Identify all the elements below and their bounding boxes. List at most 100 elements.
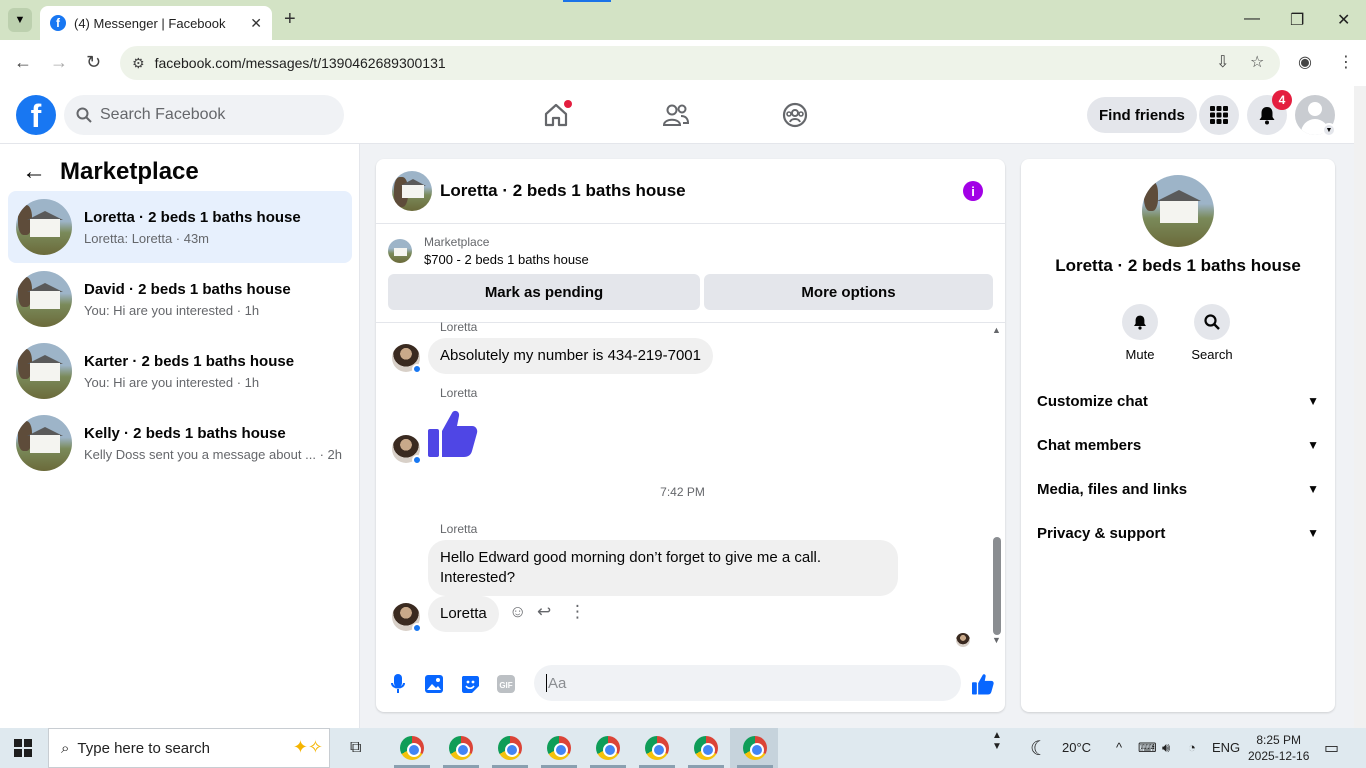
url-field[interactable]: ⚙ facebook.com/messages/t/13904626893001… — [120, 46, 1280, 80]
chrome-app-icon[interactable] — [400, 736, 424, 760]
chrome-app-icon[interactable] — [547, 736, 571, 760]
scroll-thumb[interactable] — [993, 537, 1001, 635]
listing-banner[interactable]: Marketplace $700 - 2 beds 1 baths house — [388, 235, 589, 267]
groups-nav-icon[interactable] — [780, 100, 810, 130]
chevron-down-icon[interactable]: ▼ — [1322, 123, 1336, 137]
conversation-item[interactable]: Kelly · 2 beds 1 baths house Kelly Doss … — [8, 407, 352, 479]
taskbar-clock[interactable]: 8:25 PM 2025-12-16 — [1248, 732, 1309, 764]
new-tab-button[interactable]: + — [284, 8, 296, 31]
sticker-icon[interactable] — [459, 673, 481, 695]
listing-photo[interactable] — [1142, 175, 1214, 247]
find-friends-button[interactable]: Find friends — [1087, 97, 1197, 133]
conversation-name: Kelly · 2 beds 1 baths house — [84, 424, 286, 442]
weather-moon-icon[interactable]: ☾ — [1030, 736, 1048, 761]
task-view-icon[interactable]: ⧉ — [350, 739, 361, 757]
close-window-icon[interactable]: ✕ — [1337, 10, 1350, 30]
chrome-app-icon[interactable] — [743, 736, 767, 760]
chrome-app-icon[interactable] — [596, 736, 620, 760]
send-like-icon[interactable] — [972, 673, 994, 695]
chrome-app-icon[interactable] — [645, 736, 669, 760]
chat-thumbnail[interactable] — [392, 171, 432, 211]
volume-icon[interactable]: 🔊︎ — [1162, 740, 1170, 756]
conversation-item[interactable]: David · 2 beds 1 baths house You: Hi are… — [8, 263, 352, 335]
marketplace-sidebar: ← Marketplace Loretta · 2 beds 1 baths h… — [0, 144, 360, 728]
minimize-icon[interactable]: — — [1244, 10, 1260, 28]
listing-thumbnail — [16, 343, 72, 399]
forward-icon[interactable]: → — [50, 52, 68, 73]
page-scrollbar[interactable] — [1354, 86, 1366, 728]
network-icon[interactable]: ◔ — [1188, 740, 1196, 755]
react-icon[interactable]: ☺ — [509, 602, 526, 622]
microphone-icon[interactable] — [387, 673, 409, 695]
chevron-down-icon: ▼ — [1307, 438, 1319, 452]
facebook-search-input[interactable]: Search Facebook — [64, 95, 344, 135]
language-indicator[interactable]: ENG — [1212, 740, 1240, 755]
listing-thumbnail — [16, 199, 72, 255]
chevron-down-icon: ▼ — [1307, 394, 1319, 408]
bookmark-star-icon[interactable]: ☆ — [1250, 52, 1264, 72]
chrome-app-icon[interactable] — [498, 736, 522, 760]
sidebar-header: ← Marketplace — [22, 158, 199, 186]
gif-icon[interactable]: GIF — [495, 673, 517, 695]
tab-search-button[interactable]: ▼ — [8, 8, 32, 32]
reply-icon[interactable]: ↩ — [537, 602, 551, 622]
message-sender: Loretta — [440, 386, 478, 400]
conversation-item[interactable]: Loretta · 2 beds 1 baths house Loretta: … — [8, 191, 352, 263]
thumbs-up-icon[interactable] — [428, 409, 478, 457]
accordion-privacy-support[interactable]: Privacy & support ▼ — [1037, 515, 1319, 551]
chat-scrollbar[interactable]: ▲ ▼ — [989, 323, 1005, 649]
more-options-button[interactable]: More options — [704, 274, 993, 310]
copilot-sparkle-icon[interactable]: ✦✧ — [293, 737, 323, 758]
chrome-app-icon[interactable] — [449, 736, 473, 760]
restore-icon[interactable]: ❐ — [1290, 10, 1304, 30]
message-bubble[interactable]: Hello Edward good morning don’t forget t… — [428, 540, 898, 596]
site-info-icon[interactable]: ⚙ — [132, 55, 145, 72]
search-chat-button[interactable]: Search — [1182, 304, 1242, 362]
bell-icon — [1134, 315, 1146, 330]
friends-nav-icon[interactable] — [661, 100, 691, 130]
temperature[interactable]: 20°C — [1062, 740, 1091, 755]
back-arrow-icon[interactable]: ← — [22, 158, 46, 186]
accordion-customize-chat[interactable]: Customize chat ▼ — [1037, 383, 1319, 419]
conversation-item[interactable]: Karter · 2 beds 1 baths house You: Hi ar… — [8, 335, 352, 407]
scroll-down-icon[interactable]: ▼ — [992, 635, 1001, 645]
tray-chevron-up-icon[interactable]: ^ — [1116, 740, 1122, 755]
windows-start-icon[interactable] — [14, 739, 32, 757]
message-bubble[interactable]: Loretta — [428, 596, 499, 632]
notification-center-icon[interactable]: ▭ — [1324, 738, 1339, 758]
search-icon — [76, 107, 92, 123]
accordion-media-files-links[interactable]: Media, files and links ▼ — [1037, 471, 1319, 507]
notification-count-badge: 4 — [1272, 90, 1292, 110]
scroll-up-icon[interactable]: ▲ — [992, 325, 1001, 335]
accordion-chat-members[interactable]: Chat members ▼ — [1037, 427, 1319, 463]
bell-icon — [1259, 107, 1275, 125]
profile-icon[interactable]: ◉ — [1298, 52, 1312, 72]
reload-icon[interactable]: ↻ — [86, 52, 101, 73]
back-icon[interactable]: ← — [14, 52, 32, 73]
install-app-icon[interactable]: ⇩ — [1216, 52, 1229, 72]
more-actions-icon[interactable]: ⋮ — [569, 602, 586, 622]
facebook-logo-icon[interactable]: f — [16, 95, 56, 135]
mute-button[interactable]: Mute — [1110, 304, 1170, 362]
info-icon[interactable]: i — [963, 181, 983, 201]
chat-title[interactable]: Loretta · 2 beds 1 baths house — [440, 181, 686, 201]
conversation-name: Loretta · 2 beds 1 baths house — [84, 208, 301, 226]
browser-menu-icon[interactable]: ⋮ — [1338, 52, 1354, 72]
taskbar-scroll-icon[interactable]: ▲ ▼ — [992, 730, 1002, 752]
photo-icon[interactable] — [423, 673, 445, 695]
search-icon — [1204, 314, 1220, 330]
message-input[interactable]: Aa — [534, 665, 961, 701]
chrome-app-icon[interactable] — [694, 736, 718, 760]
input-method-icon[interactable]: ⌨ — [1138, 740, 1157, 756]
browser-tab-messenger[interactable]: f (4) Messenger | Facebook ✕ — [40, 6, 272, 40]
menu-button[interactable] — [1199, 95, 1239, 135]
mark-pending-button[interactable]: Mark as pending — [388, 274, 700, 310]
sender-avatar[interactable] — [392, 344, 422, 374]
close-tab-icon[interactable]: ✕ — [250, 15, 262, 32]
sender-avatar[interactable] — [392, 603, 422, 633]
sender-avatar[interactable] — [392, 435, 422, 465]
message-bubble[interactable]: Absolutely my number is 434-219-7001 — [428, 338, 713, 374]
accordion-label: Privacy & support — [1037, 524, 1166, 542]
message-placeholder: Aa — [548, 674, 567, 692]
taskbar-search-input[interactable]: ⌕ Type here to search ✦✧ — [48, 728, 330, 768]
